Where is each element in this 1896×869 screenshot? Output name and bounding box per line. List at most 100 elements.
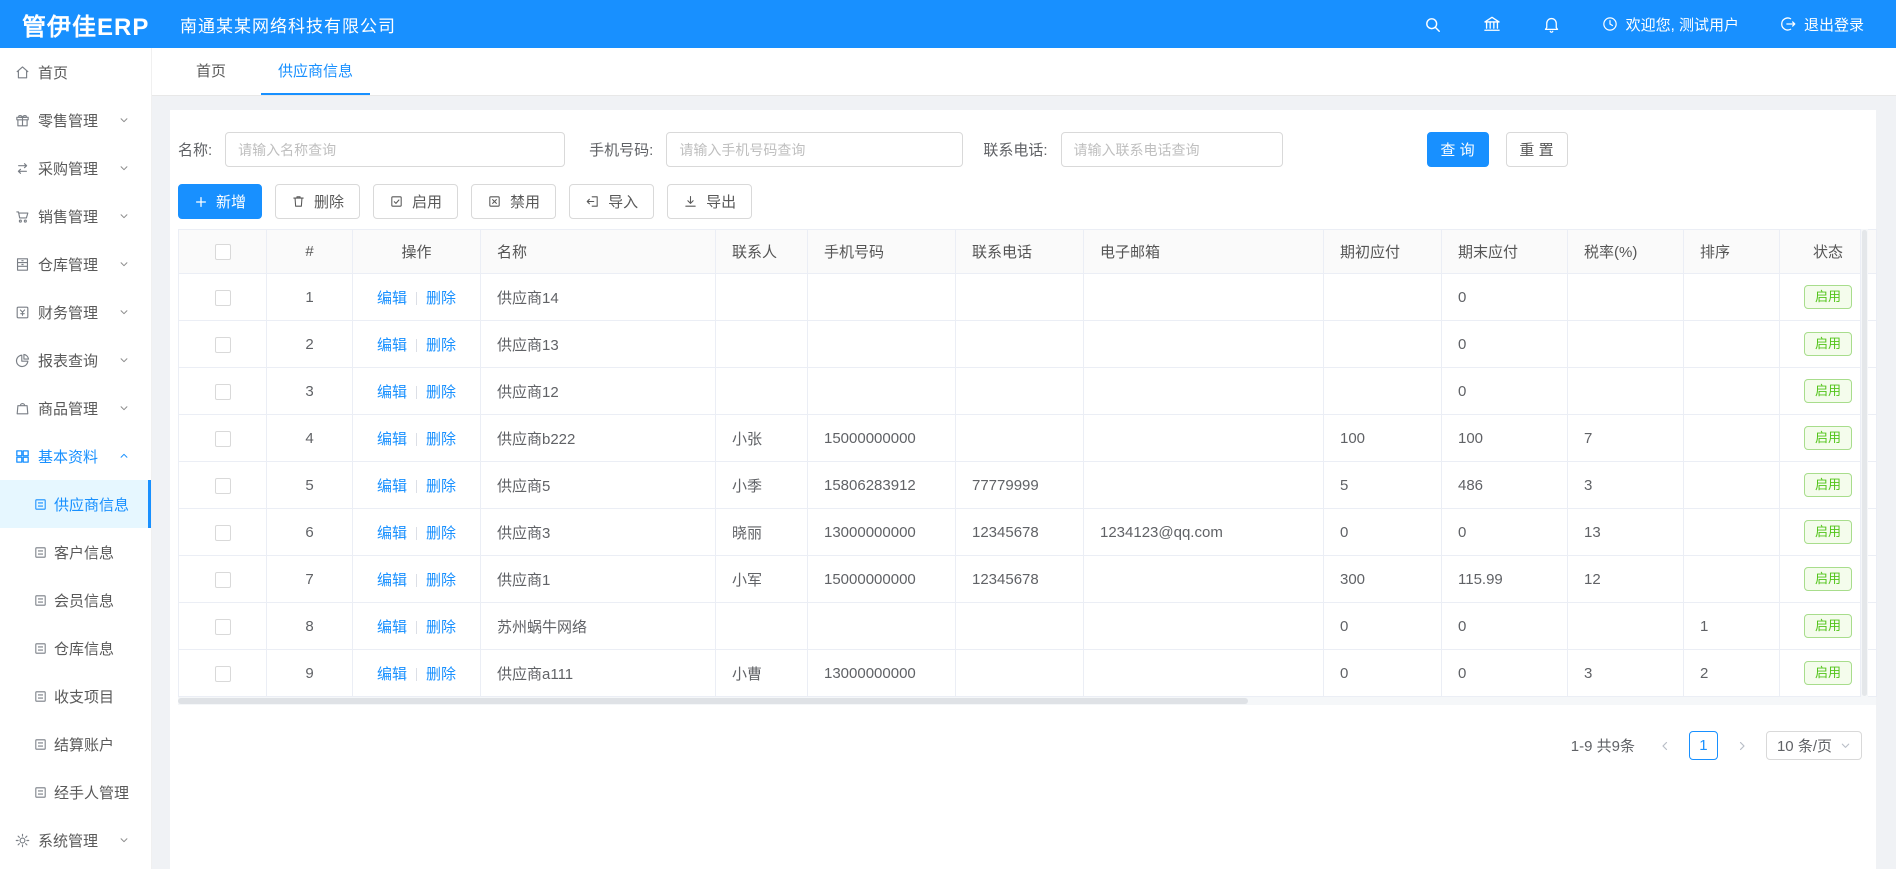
row-checkbox[interactable] — [215, 431, 231, 447]
row-checkbox[interactable] — [215, 525, 231, 541]
cell-name: 供应商13 — [481, 321, 716, 368]
chevron-down-icon — [119, 307, 129, 317]
document-icon — [33, 497, 48, 512]
action-divider — [416, 339, 417, 352]
sidebar-item-warehouse[interactable]: 仓库管理 — [0, 240, 151, 288]
cell-email — [1084, 321, 1324, 368]
query-button[interactable]: 查 询 — [1427, 132, 1489, 167]
edit-link[interactable]: 编辑 — [377, 290, 407, 307]
edit-link[interactable]: 编辑 — [377, 337, 407, 354]
edit-link[interactable]: 编辑 — [377, 572, 407, 589]
cell-closing: 486 — [1442, 462, 1568, 509]
edit-link[interactable]: 编辑 — [377, 525, 407, 542]
bank-icon[interactable] — [1482, 14, 1502, 34]
logout-button[interactable]: 退出登录 — [1779, 14, 1864, 35]
welcome-user[interactable]: 欢迎您, 测试用户 — [1601, 14, 1739, 35]
chevron-down-icon — [119, 259, 129, 269]
prev-page-button[interactable] — [1651, 732, 1679, 760]
delete-link[interactable]: 删除 — [426, 384, 456, 401]
cell-tax — [1568, 321, 1684, 368]
row-checkbox[interactable] — [215, 384, 231, 400]
delete-button[interactable]: 删除 — [275, 184, 360, 219]
add-button[interactable]: 新增 — [178, 184, 262, 219]
sidebar-subitem-customer-info[interactable]: 客户信息 — [0, 528, 151, 576]
edit-link[interactable]: 编辑 — [377, 619, 407, 636]
vertical-scrollbar[interactable] — [1860, 229, 1868, 697]
sidebar-item-basic-data[interactable]: 基本资料 — [0, 432, 151, 480]
horizontal-scrollbar[interactable] — [178, 697, 1876, 705]
sidebar-subitem-settlement-account[interactable]: 结算账户 — [0, 720, 151, 768]
status-badge: 启用 — [1804, 567, 1852, 592]
cell-mobile: 15000000000 — [808, 415, 956, 462]
sidebar-item-system[interactable]: 系统管理 — [0, 816, 151, 864]
table-row: 4 编辑删除 供应商b222 小张 15000000000 100 100 7 … — [179, 415, 1877, 462]
row-checkbox[interactable] — [215, 666, 231, 682]
row-checkbox[interactable] — [215, 290, 231, 306]
cell-mobile: 15806283912 — [808, 462, 956, 509]
page-number-1[interactable]: 1 — [1689, 731, 1718, 760]
row-checkbox[interactable] — [215, 619, 231, 635]
delete-link[interactable]: 删除 — [426, 666, 456, 683]
delete-link[interactable]: 删除 — [426, 572, 456, 589]
row-checkbox[interactable] — [215, 478, 231, 494]
delete-link[interactable]: 删除 — [426, 337, 456, 354]
sidebar-item-purchase[interactable]: 采购管理 — [0, 144, 151, 192]
cell-tel: 12345678 — [956, 509, 1084, 556]
cell-email — [1084, 462, 1324, 509]
sidebar-item-finance[interactable]: 财务管理 — [0, 288, 151, 336]
sidebar-item-home[interactable]: 首页 — [0, 48, 151, 96]
cell-tel — [956, 274, 1084, 321]
tel-input[interactable] — [1061, 132, 1283, 167]
cell-email — [1084, 650, 1324, 697]
page-size-select[interactable]: 10 条/页 — [1766, 731, 1862, 760]
plus-icon — [194, 195, 208, 209]
cell-sort — [1684, 509, 1780, 556]
import-button[interactable]: 导入 — [569, 184, 654, 219]
sidebar-subitem-warehouse-info[interactable]: 仓库信息 — [0, 624, 151, 672]
search-icon[interactable] — [1423, 15, 1442, 34]
chevron-down-icon — [119, 115, 129, 125]
row-checkbox[interactable] — [215, 572, 231, 588]
sidebar-subitem-member-info[interactable]: 会员信息 — [0, 576, 151, 624]
page-size-value: 10 条/页 — [1777, 735, 1832, 756]
edit-link[interactable]: 编辑 — [377, 666, 407, 683]
edit-link[interactable]: 编辑 — [377, 478, 407, 495]
reset-button[interactable]: 重 置 — [1506, 132, 1568, 167]
next-page-button[interactable] — [1728, 732, 1756, 760]
bell-icon[interactable] — [1542, 15, 1561, 34]
table-row: 7 编辑删除 供应商1 小军 15000000000 12345678 300 … — [179, 556, 1877, 603]
welcome-text: 欢迎您, 测试用户 — [1626, 14, 1739, 35]
tab-supplier-info[interactable]: 供应商信息 — [261, 48, 370, 95]
edit-link[interactable]: 编辑 — [377, 431, 407, 448]
delete-link[interactable]: 删除 — [426, 619, 456, 636]
select-all-checkbox[interactable] — [215, 244, 231, 260]
sidebar-subitem-handler-management[interactable]: 经手人管理 — [0, 768, 151, 816]
tab-home[interactable]: 首页 — [179, 48, 243, 95]
sidebar-item-retail[interactable]: 零售管理 — [0, 96, 151, 144]
home-icon — [14, 64, 31, 81]
enable-button[interactable]: 启用 — [373, 184, 458, 219]
export-button[interactable]: 导出 — [667, 184, 752, 219]
action-divider — [416, 527, 417, 540]
row-checkbox[interactable] — [215, 337, 231, 353]
edit-link[interactable]: 编辑 — [377, 384, 407, 401]
col-opening: 期初应付 — [1324, 230, 1442, 274]
disable-button[interactable]: 禁用 — [471, 184, 556, 219]
status-badge: 启用 — [1804, 614, 1852, 639]
delete-link[interactable]: 删除 — [426, 525, 456, 542]
action-divider — [416, 433, 417, 446]
name-input[interactable] — [225, 132, 565, 167]
delete-link[interactable]: 删除 — [426, 431, 456, 448]
sidebar-item-sales[interactable]: 销售管理 — [0, 192, 151, 240]
sidebar-subitem-supplier-info[interactable]: 供应商信息 — [0, 480, 151, 528]
col-contact: 联系人 — [716, 230, 808, 274]
delete-link[interactable]: 删除 — [426, 290, 456, 307]
cell-sort — [1684, 462, 1780, 509]
cell-index: 5 — [267, 462, 353, 509]
sidebar-subitem-income-expense[interactable]: 收支项目 — [0, 672, 151, 720]
sidebar-item-goods[interactable]: 商品管理 — [0, 384, 151, 432]
cell-sort — [1684, 368, 1780, 415]
delete-link[interactable]: 删除 — [426, 478, 456, 495]
sidebar-item-report[interactable]: 报表查询 — [0, 336, 151, 384]
mobile-input[interactable] — [666, 132, 963, 167]
